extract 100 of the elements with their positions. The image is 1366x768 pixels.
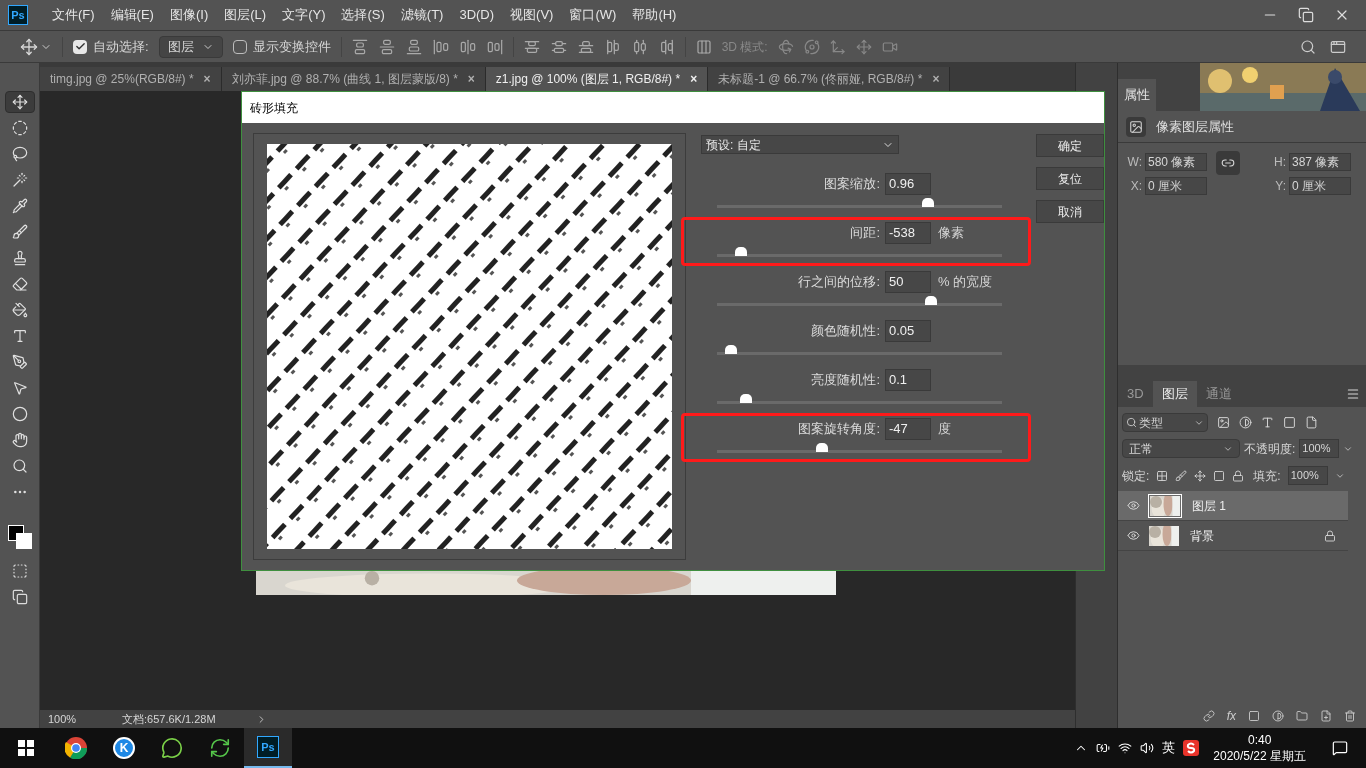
panel-tab[interactable]: 通道: [1196, 381, 1241, 407]
slider-thumb[interactable]: [735, 247, 748, 256]
distribute-icon[interactable]: [523, 38, 540, 55]
move-icon[interactable]: [20, 37, 38, 56]
restore-icon[interactable]: [1298, 7, 1314, 23]
menu-item[interactable]: 文件(F): [44, 5, 103, 25]
workspace-icon[interactable]: [1330, 38, 1346, 55]
slider-thumb[interactable]: [739, 394, 752, 403]
document-tab[interactable]: z1.jpg @ 100% (图层 1, RGB/8#) * ×: [485, 67, 709, 91]
type-icon[interactable]: [11, 328, 28, 344]
link-button[interactable]: [1216, 151, 1240, 175]
trash-icon[interactable]: [1344, 710, 1356, 722]
eraser-icon[interactable]: [11, 276, 28, 292]
properties-tab[interactable]: 属性: [1118, 79, 1156, 111]
distribute-icon[interactable]: [658, 38, 675, 55]
hand-icon[interactable]: [11, 432, 28, 448]
menu-icon[interactable]: [1346, 387, 1360, 401]
mask-icon[interactable]: [1248, 710, 1260, 722]
value-field[interactable]: -47: [885, 418, 931, 440]
align-icon[interactable]: [432, 38, 449, 55]
slider-thumb[interactable]: [725, 345, 738, 354]
align-icon[interactable]: [405, 38, 422, 55]
slider-thumb[interactable]: [924, 296, 937, 305]
notification-icon[interactable]: [1332, 740, 1348, 756]
align-icon[interactable]: [351, 38, 368, 55]
menu-item[interactable]: 3D(D): [451, 5, 503, 25]
panel-tab[interactable]: 图层: [1152, 381, 1197, 407]
input-method-icon[interactable]: [1183, 740, 1200, 756]
lock-option-icon[interactable]: [1213, 469, 1226, 482]
panel-tab[interactable]: 3D: [1118, 381, 1153, 407]
filter-icon[interactable]: [1239, 416, 1252, 429]
link-icon[interactable]: [1202, 710, 1215, 722]
distribute-icon[interactable]: [577, 38, 594, 55]
dimension-field[interactable]: 580 像素: [1145, 153, 1207, 171]
taskbar-app[interactable]: K: [100, 728, 148, 768]
checkbox[interactable]: [73, 39, 87, 54]
screen-mode-icon[interactable]: [11, 589, 28, 605]
menu-item[interactable]: 视图(V): [502, 5, 562, 25]
tool-button[interactable]: [4, 91, 35, 113]
taskbar-app[interactable]: Ps: [244, 728, 292, 768]
effects-button[interactable]: fx: [1226, 707, 1236, 725]
fill-field[interactable]: 100%: [1287, 466, 1328, 485]
distribute-icon[interactable]: [550, 38, 567, 55]
document-tab[interactable]: 刘亦菲.jpg @ 88.7% (曲线 1, 图层蒙版/8) * ×: [221, 67, 486, 91]
value-field[interactable]: 0.05: [885, 320, 931, 342]
slider-thumb[interactable]: [816, 443, 829, 452]
brush-icon[interactable]: [11, 224, 28, 240]
tab-close[interactable]: ×: [203, 70, 211, 88]
ime-indicator[interactable]: 英: [1162, 738, 1176, 758]
document-tab[interactable]: timg.jpg @ 25%(RGB/8#) * ×: [40, 67, 222, 91]
checkbox[interactable]: [232, 39, 247, 54]
zoom-level[interactable]: 100%: [48, 710, 108, 728]
dialog-button[interactable]: 取消: [1036, 200, 1104, 223]
quick-mask-icon[interactable]: [11, 563, 28, 579]
menu-item[interactable]: 图像(I): [161, 5, 217, 25]
dimension-field[interactable]: 0 厘米: [1289, 177, 1351, 195]
distribute-icon[interactable]: [631, 38, 648, 55]
opacity-field[interactable]: 100%: [1299, 439, 1340, 458]
blend-mode-dropdown[interactable]: 正常: [1122, 439, 1240, 458]
menu-item[interactable]: 文字(Y): [274, 5, 334, 25]
move-icon[interactable]: [11, 94, 28, 110]
value-field[interactable]: -538: [885, 222, 931, 244]
dimension-field[interactable]: 0 厘米: [1145, 177, 1207, 195]
lock-option-icon[interactable]: [1194, 469, 1207, 482]
marquee-icon[interactable]: [11, 120, 28, 136]
eye-icon[interactable]: [1126, 529, 1140, 542]
magic-wand-icon[interactable]: [11, 172, 28, 188]
value-field[interactable]: 0.96: [885, 173, 931, 195]
adjustment-icon[interactable]: [1272, 710, 1284, 722]
dimension-field[interactable]: 387 像素: [1289, 153, 1351, 171]
volume-icon[interactable]: [1140, 741, 1155, 755]
distribute-icon[interactable]: [604, 38, 621, 55]
wifi-icon[interactable]: [1118, 741, 1133, 755]
folder-icon[interactable]: [1296, 710, 1308, 722]
menu-item[interactable]: 窗口(W): [561, 5, 625, 25]
eyedropper-icon[interactable]: [11, 198, 28, 214]
app-logo[interactable]: Ps: [8, 5, 28, 25]
slider-thumb[interactable]: [921, 198, 934, 207]
menu-item[interactable]: 图层(L): [216, 5, 275, 25]
align-icon[interactable]: [378, 38, 395, 55]
menu-item[interactable]: 编辑(E): [102, 5, 162, 25]
tab-close[interactable]: ×: [690, 70, 698, 88]
zoom-icon[interactable]: [11, 458, 28, 474]
search-icon[interactable]: [1300, 38, 1316, 55]
paint-bucket-icon[interactable]: [11, 302, 28, 318]
columns-icon[interactable]: [695, 38, 712, 55]
battery-icon[interactable]: [1096, 741, 1111, 755]
stamp-icon[interactable]: [11, 250, 28, 266]
menu-item[interactable]: 滤镜(T): [392, 5, 452, 25]
dialog-button[interactable]: 确定: [1036, 134, 1104, 157]
value-field[interactable]: 0.1: [885, 369, 931, 391]
document-tab[interactable]: 未标题-1 @ 66.7% (佟丽娅, RGB/8#) * ×: [708, 67, 951, 91]
align-icon[interactable]: [459, 38, 476, 55]
menu-item[interactable]: 选择(S): [333, 5, 393, 25]
windows-icon[interactable]: [18, 740, 34, 756]
dialog-button[interactable]: 复位: [1036, 167, 1104, 190]
preset-dropdown[interactable]: 预设: 自定: [701, 135, 899, 154]
ellipse-icon[interactable]: [11, 406, 28, 422]
lock-option-icon[interactable]: [1175, 469, 1188, 482]
tab-close[interactable]: ×: [467, 70, 475, 88]
